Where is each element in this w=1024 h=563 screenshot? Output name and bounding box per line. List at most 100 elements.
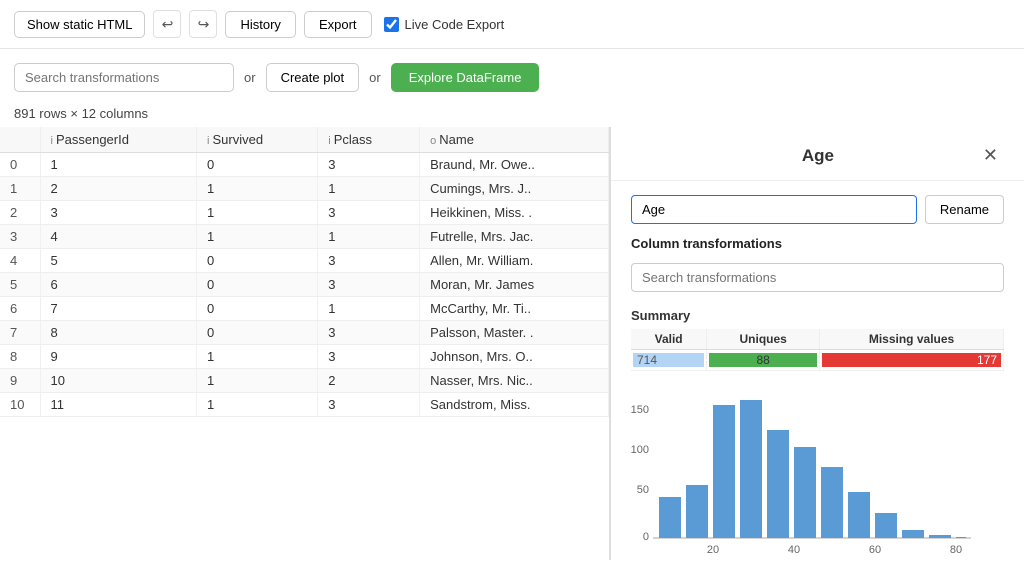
- main-area: iPassengerId iSurvived iPclass oName 0 1…: [0, 127, 1024, 560]
- explore-dataframe-button[interactable]: Explore DataFrame: [391, 63, 540, 92]
- rename-row: Rename: [631, 195, 1004, 224]
- redo-button[interactable]: ↪: [189, 10, 217, 38]
- cell-index: 0: [0, 153, 40, 177]
- uniques-value: 88: [756, 353, 769, 367]
- cell-index: 5: [0, 273, 40, 297]
- cell-pclass: 1: [318, 225, 420, 249]
- col-type-name: o: [430, 135, 436, 147]
- bar-10: [902, 530, 924, 538]
- table-header-row: iPassengerId iSurvived iPclass oName: [0, 127, 609, 153]
- cell-survived: 1: [197, 345, 318, 369]
- cell-survived: 0: [197, 153, 318, 177]
- cell-name: Sandstrom, Miss.: [420, 393, 609, 417]
- export-button[interactable]: Export: [304, 11, 372, 38]
- th-pclass[interactable]: i Pclass: [318, 127, 420, 153]
- y-label-50: 50: [637, 484, 649, 496]
- cell-pclass: 2: [318, 369, 420, 393]
- cell-index: 3: [0, 225, 40, 249]
- cell-pclass: 3: [318, 249, 420, 273]
- bar-6: [794, 447, 816, 538]
- cell-pclass: 3: [318, 393, 420, 417]
- th-uniques: Uniques: [707, 329, 820, 350]
- cell-survived: 0: [197, 321, 318, 345]
- th-name[interactable]: oName: [420, 127, 609, 153]
- cell-name: Allen, Mr. William.: [420, 249, 609, 273]
- cell-survived: 1: [197, 201, 318, 225]
- col-type-passengerid: i: [51, 135, 53, 147]
- col-label-pclass: Pclass: [334, 132, 372, 147]
- cell-pclass: 3: [318, 201, 420, 225]
- close-panel-button[interactable]: ✕: [977, 143, 1004, 168]
- cell-passengerid: 7: [40, 297, 197, 321]
- col-label-passengerid: PassengerId: [56, 132, 129, 147]
- cell-passengerid: 3: [40, 201, 197, 225]
- x-label-40: 40: [788, 544, 800, 556]
- table-row: 10 11 1 3 Sandstrom, Miss.: [0, 393, 609, 417]
- y-label-100: 100: [631, 444, 649, 456]
- show-static-html-button[interactable]: Show static HTML: [14, 11, 145, 38]
- cell-name: Johnson, Mrs. O..: [420, 345, 609, 369]
- th-passengerid[interactable]: iPassengerId: [40, 127, 197, 153]
- summary-uniques-cell: 88: [707, 350, 820, 371]
- table-row: 4 5 0 3 Allen, Mr. William.: [0, 249, 609, 273]
- bar-11: [929, 535, 951, 538]
- cell-name: Nasser, Mrs. Nic..: [420, 369, 609, 393]
- col-transforms-section: Column transformations: [631, 236, 1004, 251]
- th-index: [0, 127, 40, 153]
- undo-button[interactable]: ↩: [153, 10, 181, 38]
- undo-icon: ↩: [162, 16, 174, 33]
- th-survived[interactable]: iSurvived: [197, 127, 318, 153]
- cell-index: 2: [0, 201, 40, 225]
- search-transformations-input[interactable]: [14, 63, 234, 92]
- bar-4: [740, 400, 762, 538]
- actions-bar: or Create plot or Explore DataFrame: [0, 49, 1024, 102]
- cell-survived: 0: [197, 273, 318, 297]
- cell-passengerid: 8: [40, 321, 197, 345]
- table-row: 5 6 0 3 Moran, Mr. James: [0, 273, 609, 297]
- bar-5: [767, 430, 789, 538]
- cell-passengerid: 2: [40, 177, 197, 201]
- cell-name: Palsson, Master. .: [420, 321, 609, 345]
- cell-pclass: 1: [318, 297, 420, 321]
- cell-index: 8: [0, 345, 40, 369]
- histogram-svg: 150 100 50 0: [631, 395, 991, 560]
- y-label-150: 150: [631, 404, 649, 416]
- or-text-2: or: [369, 70, 381, 85]
- create-plot-button[interactable]: Create plot: [266, 63, 360, 92]
- cell-pclass: 3: [318, 321, 420, 345]
- rename-input[interactable]: [631, 195, 917, 224]
- summary-bar-row: 714 88 177: [631, 350, 1004, 371]
- cell-passengerid: 9: [40, 345, 197, 369]
- table-row: 6 7 0 1 McCarthy, Mr. Ti..: [0, 297, 609, 321]
- live-code-checkbox[interactable]: [384, 17, 399, 32]
- history-button[interactable]: History: [225, 11, 295, 38]
- bar-12: [956, 537, 966, 538]
- table-body: 0 1 0 3 Braund, Mr. Owe.. 1 2 1 1 Cuming…: [0, 153, 609, 417]
- cell-index: 9: [0, 369, 40, 393]
- table-row: 8 9 1 3 Johnson, Mrs. O..: [0, 345, 609, 369]
- cell-passengerid: 10: [40, 369, 197, 393]
- table-row: 1 2 1 1 Cumings, Mrs. J..: [0, 177, 609, 201]
- cell-passengerid: 1: [40, 153, 197, 177]
- cell-name: McCarthy, Mr. Ti..: [420, 297, 609, 321]
- live-code-label: Live Code Export: [405, 17, 505, 32]
- cell-pclass: 3: [318, 273, 420, 297]
- cell-passengerid: 4: [40, 225, 197, 249]
- cell-survived: 1: [197, 369, 318, 393]
- search-panel-transforms-input[interactable]: [631, 263, 1004, 292]
- cell-passengerid: 5: [40, 249, 197, 273]
- th-missing: Missing values: [820, 329, 1004, 350]
- panel-title: Age: [659, 146, 977, 166]
- rename-button[interactable]: Rename: [925, 195, 1004, 224]
- row-count-text: 891 rows × 12 columns: [14, 106, 148, 121]
- summary-section: Summary Valid Uniques Missing values: [631, 308, 1004, 371]
- summary-table: Valid Uniques Missing values 714: [631, 329, 1004, 371]
- cell-survived: 1: [197, 177, 318, 201]
- bar-1: [659, 497, 681, 538]
- col-label-survived: Survived: [212, 132, 263, 147]
- cell-name: Braund, Mr. Owe..: [420, 153, 609, 177]
- col-type-survived: i: [207, 135, 209, 147]
- redo-icon: ↪: [198, 16, 210, 33]
- col-type-pclass: i: [328, 135, 330, 147]
- right-panel: Age ✕ Rename Column transformations Summ…: [610, 127, 1024, 560]
